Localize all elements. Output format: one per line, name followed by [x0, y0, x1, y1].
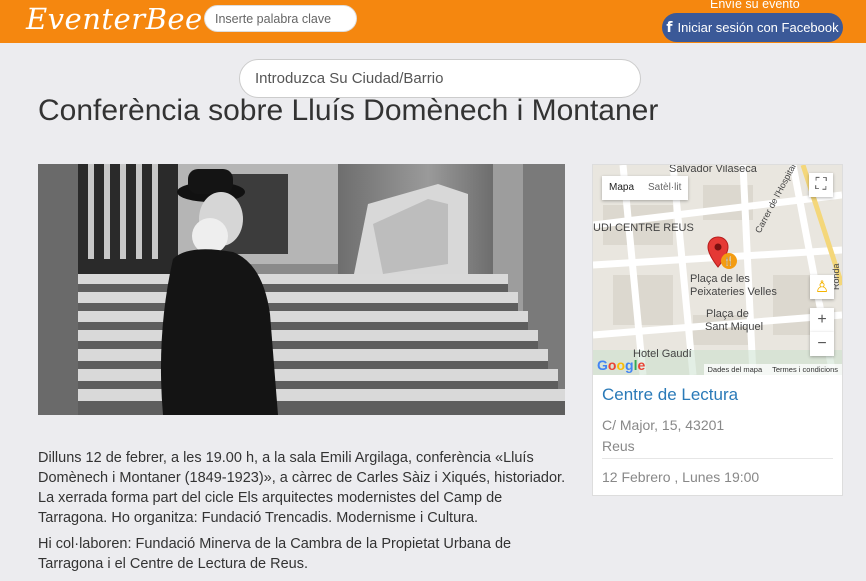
submit-event-link[interactable]: Envíe su evento	[710, 0, 800, 11]
event-datetime: 12 Febrero , Lunes 19:00	[602, 469, 760, 485]
city-search-input[interactable]	[239, 59, 641, 98]
venue-name-link[interactable]: Centre de Lectura	[602, 385, 738, 405]
map-label: UDI CENTRE REUS	[593, 222, 694, 234]
map-data-link[interactable]: Dades del mapa	[708, 365, 763, 374]
map-terms-link[interactable]: Termes i condicions	[772, 365, 838, 374]
description-paragraph: Dilluns 12 de febrer, a les 19.00 h, a l…	[38, 450, 566, 526]
map-type-map[interactable]: Mapa	[602, 176, 641, 200]
facebook-login-label: Iniciar sesión con Facebook	[677, 20, 839, 35]
street-view-pegman-icon[interactable]: ♙	[810, 275, 834, 299]
map-label: Plaça de	[706, 308, 749, 320]
venue-address: C/ Major, 15, 43201 Reus	[602, 415, 724, 457]
map-label: Salvador Vilaseca	[669, 165, 757, 175]
google-logo: Google	[597, 357, 646, 373]
map-label: Plaça de les	[690, 273, 750, 285]
zoom-in-button[interactable]: +	[810, 308, 834, 332]
venue-card: Mapa Satèl·lit ⛶ Salvador Vilaseca UDI C…	[592, 164, 843, 496]
map-label: Peixateries Velles	[690, 286, 777, 298]
page-title: Conferència sobre Lluís Domènech i Monta…	[38, 94, 659, 127]
venue-street: C/ Major, 15, 43201	[602, 417, 725, 433]
logo[interactable]: EventerBee	[26, 2, 203, 36]
map-footer: Dades del mapa Termes i condicions	[703, 364, 842, 375]
restaurant-icon: 🍴	[721, 253, 737, 269]
facebook-login-button[interactable]: f Iniciar sesión con Facebook	[662, 13, 843, 42]
venue-city: Reus	[602, 438, 635, 454]
event-description: Dilluns 12 de febrer, a les 19.00 h, a l…	[38, 448, 568, 574]
fullscreen-icon[interactable]: ⛶	[809, 173, 833, 197]
divider	[602, 458, 833, 459]
facebook-icon: f	[666, 19, 673, 36]
map-type-satellite[interactable]: Satèl·lit	[641, 176, 688, 200]
keyword-search-input[interactable]	[204, 5, 357, 32]
zoom-out-button[interactable]: −	[810, 332, 834, 356]
map-type-control[interactable]: Mapa Satèl·lit	[602, 176, 689, 200]
description-paragraph: Hi col·laboren: Fundació Minerva de la C…	[38, 536, 512, 572]
map-label: Sant Miquel	[705, 321, 764, 333]
event-photo	[38, 164, 565, 415]
top-bar: EventerBee Envíe su evento f Iniciar ses…	[0, 0, 866, 43]
map[interactable]: Mapa Satèl·lit ⛶ Salvador Vilaseca UDI C…	[593, 165, 842, 375]
